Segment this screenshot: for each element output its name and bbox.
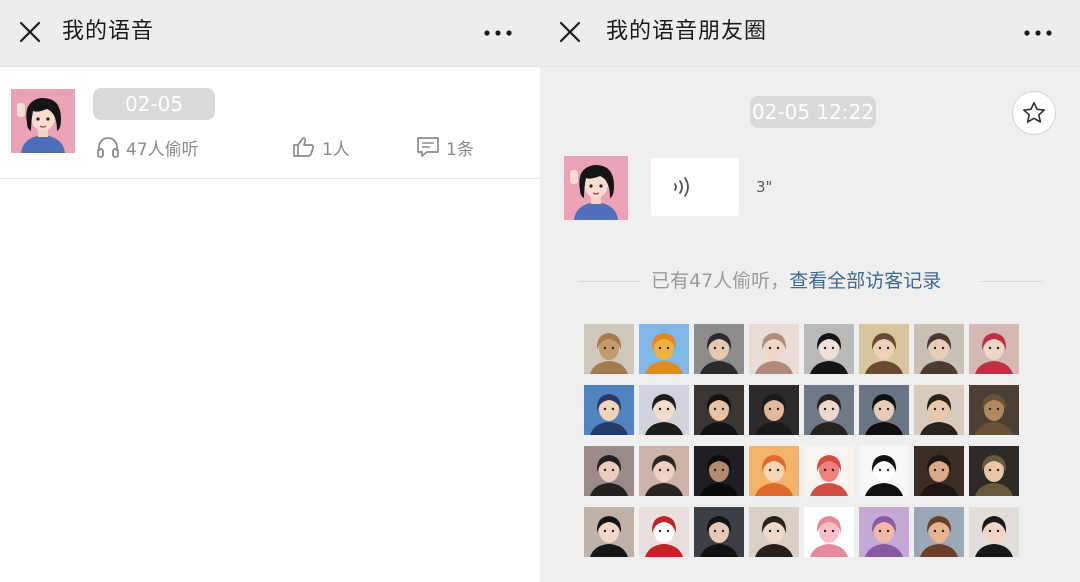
avatar[interactable] bbox=[11, 89, 75, 153]
visitor-avatar[interactable] bbox=[694, 324, 744, 374]
visitor-avatar[interactable] bbox=[749, 385, 799, 435]
divider bbox=[578, 281, 640, 282]
visitor-avatar[interactable] bbox=[804, 324, 854, 374]
voice-message-bubble[interactable] bbox=[651, 158, 739, 216]
divider bbox=[0, 178, 540, 179]
visitor-avatar[interactable] bbox=[859, 446, 909, 496]
visitor-avatar[interactable] bbox=[639, 446, 689, 496]
visitor-avatar[interactable] bbox=[804, 385, 854, 435]
visitor-avatar[interactable] bbox=[639, 385, 689, 435]
visitor-avatar[interactable] bbox=[694, 507, 744, 557]
visitor-avatar[interactable] bbox=[804, 446, 854, 496]
view-all-visitors-link[interactable]: 查看全部访客记录 bbox=[789, 270, 941, 292]
visitor-avatar[interactable] bbox=[749, 507, 799, 557]
visitor-avatar[interactable] bbox=[914, 385, 964, 435]
voice-wave-icon bbox=[674, 177, 689, 197]
visitor-avatar[interactable] bbox=[969, 324, 1019, 374]
visitor-avatar[interactable] bbox=[694, 385, 744, 435]
visitor-avatar[interactable] bbox=[639, 507, 689, 557]
comment-count-label: 1条 bbox=[446, 139, 474, 160]
visitors-count-text: 已有47人偷听， bbox=[651, 270, 790, 292]
top-bar: 我的语音朋友圈 bbox=[540, 0, 1080, 67]
visitor-avatar-grid bbox=[584, 324, 1019, 557]
visitor-avatar[interactable] bbox=[749, 446, 799, 496]
top-bar: 我的语音 bbox=[0, 0, 540, 67]
visitor-avatar[interactable] bbox=[584, 507, 634, 557]
headphones-icon bbox=[97, 137, 119, 158]
avatar[interactable] bbox=[564, 156, 628, 220]
favorite-button[interactable] bbox=[1012, 91, 1056, 135]
visitor-avatar[interactable] bbox=[914, 507, 964, 557]
voice-moments-panel: 我的语音朋友圈 02-05 12:22 3" 已有47人偷听，查看全部访客记录 bbox=[540, 0, 1080, 582]
visitor-avatar[interactable] bbox=[914, 324, 964, 374]
visitor-avatar[interactable] bbox=[969, 446, 1019, 496]
visitors-summary: 已有47人偷听，查看全部访客记录 bbox=[651, 267, 941, 295]
visitor-avatar[interactable] bbox=[859, 385, 909, 435]
close-icon[interactable] bbox=[558, 20, 582, 44]
like-button[interactable]: 1人 bbox=[292, 135, 350, 160]
post-time: 02-05 12:22 bbox=[93, 88, 215, 148]
voice-duration: 3" bbox=[756, 178, 773, 196]
visitor-avatar[interactable] bbox=[969, 385, 1019, 435]
visitor-avatar[interactable] bbox=[584, 385, 634, 435]
visitor-avatar[interactable] bbox=[584, 446, 634, 496]
visitor-avatar[interactable] bbox=[914, 446, 964, 496]
divider bbox=[980, 281, 1042, 282]
visitor-avatar[interactable] bbox=[584, 324, 634, 374]
my-voice-panel: 我的语音 02-05 12:22 47人偷听 1人 1条 bbox=[0, 0, 540, 582]
visitor-avatar[interactable] bbox=[804, 507, 854, 557]
page-title: 我的语音朋友圈 bbox=[606, 19, 768, 44]
post-time: 02-05 12:22 bbox=[750, 96, 876, 128]
listen-count[interactable]: 47人偷听 bbox=[96, 135, 199, 160]
visitor-avatar[interactable] bbox=[859, 507, 909, 557]
like-count-label: 1人 bbox=[322, 139, 350, 160]
comment-button[interactable]: 1条 bbox=[416, 135, 474, 160]
visitor-avatar[interactable] bbox=[639, 324, 689, 374]
comment-icon bbox=[417, 137, 439, 157]
page-title: 我的语音 bbox=[62, 19, 155, 44]
thumbs-up-icon bbox=[293, 137, 315, 157]
visitor-avatar[interactable] bbox=[749, 324, 799, 374]
star-icon bbox=[1023, 101, 1045, 123]
visitor-avatar[interactable] bbox=[969, 507, 1019, 557]
visitor-avatar[interactable] bbox=[859, 324, 909, 374]
more-icon[interactable] bbox=[484, 30, 512, 36]
listen-count-label: 47人偷听 bbox=[126, 139, 199, 160]
visitor-avatar[interactable] bbox=[694, 446, 744, 496]
more-icon[interactable] bbox=[1024, 30, 1052, 36]
close-icon[interactable] bbox=[18, 20, 42, 44]
